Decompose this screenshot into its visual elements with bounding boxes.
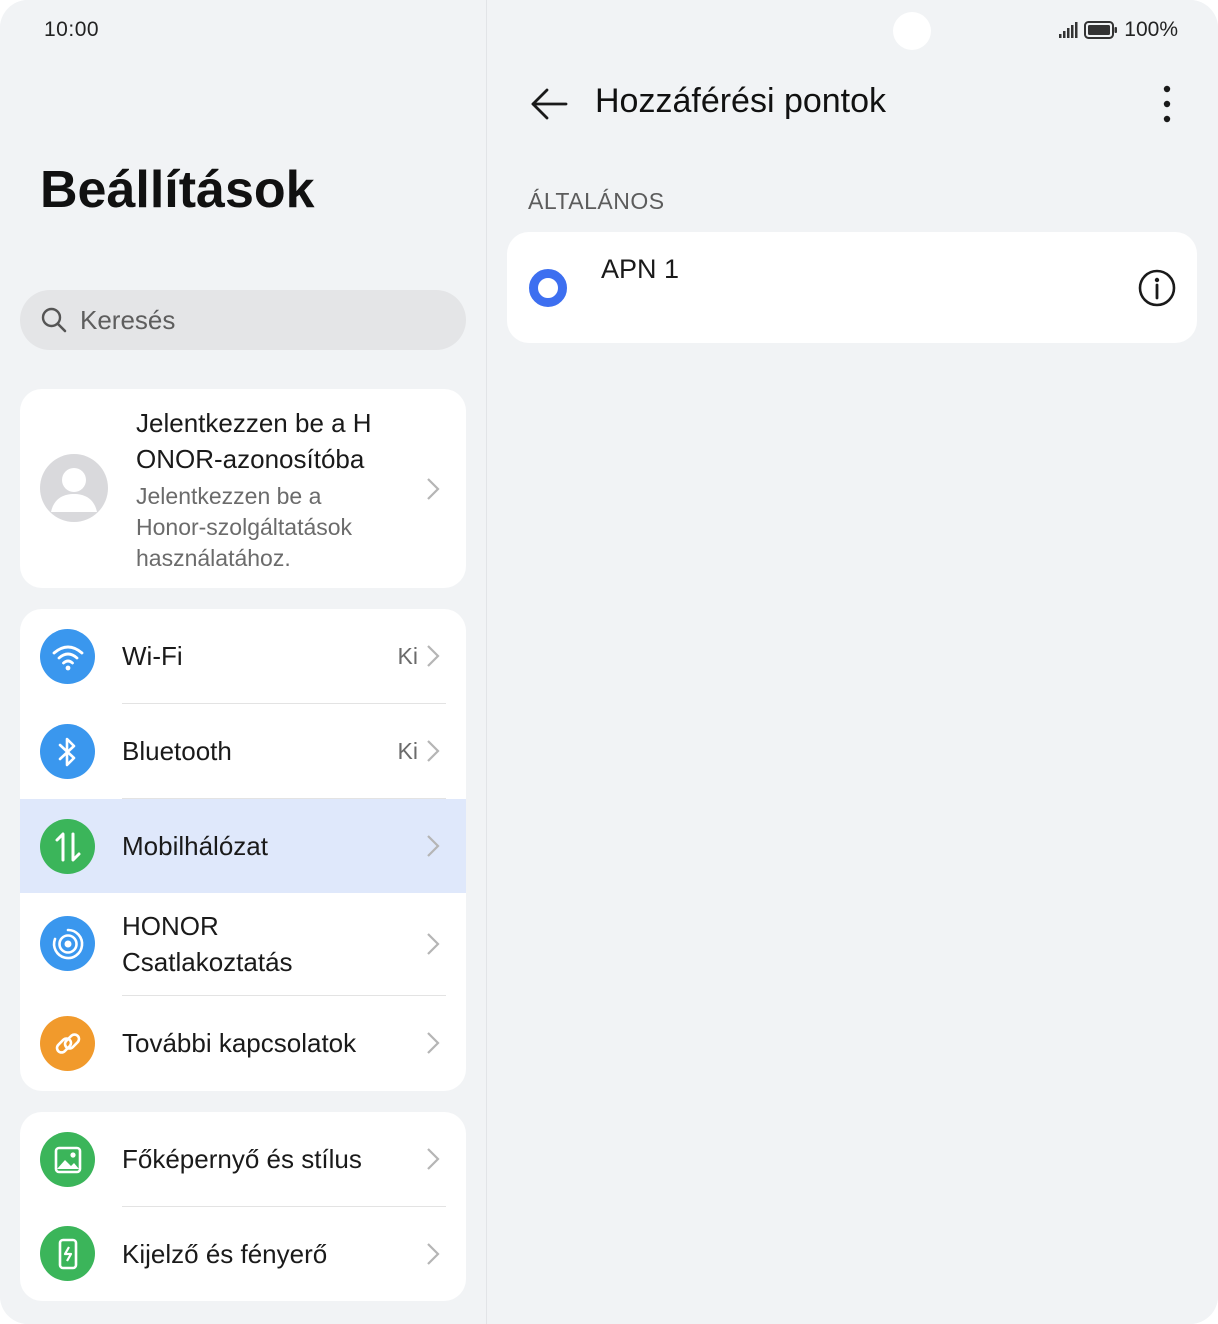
mobile-network-label: Mobilhálózat (122, 831, 268, 861)
settings-item-home-screen-style[interactable]: Főképernyő és stílus (20, 1112, 466, 1206)
honor-connect-icon (40, 916, 95, 971)
battery-percent: 100% (1124, 18, 1178, 41)
display-settings-group: Főképernyő és stílus Kijelző és fényerő (20, 1112, 466, 1301)
chevron-right-icon (427, 1148, 440, 1170)
apn-name: APN 1 (601, 254, 680, 284)
chevron-right-icon (427, 478, 440, 500)
settings-item-more-connections[interactable]: További kapcsolatok (20, 996, 466, 1091)
wifi-label: Wi-Fi (122, 641, 183, 671)
battery-icon (1084, 21, 1118, 39)
chevron-right-icon (427, 835, 440, 857)
account-subtitle: Jelentkezzen be a Honor-szolgáltatások h… (136, 483, 353, 571)
more-options-button[interactable] (1152, 80, 1182, 128)
back-button[interactable] (527, 82, 571, 126)
chevron-right-icon (427, 740, 440, 762)
search-icon (40, 306, 68, 334)
home-screen-style-label: Főképernyő és stílus (122, 1144, 362, 1174)
more-connections-label: További kapcsolatok (122, 1028, 357, 1058)
settings-pane: 10:00 Beállítások Keresés Jelentkezzen b… (0, 0, 486, 1324)
apn-list-item[interactable]: APN 1 (507, 232, 1197, 343)
settings-item-bluetooth[interactable]: Bluetooth Ki (20, 704, 466, 799)
wallpaper-icon (40, 1132, 95, 1187)
link-icon (40, 1016, 95, 1071)
camera-cutout (893, 12, 931, 50)
screen-title: Hozzáférési pontok (595, 82, 887, 120)
info-icon[interactable] (1137, 268, 1177, 308)
section-header: ÁLTALÁNOS (528, 188, 665, 214)
honor-connect-label: HONOR Csatlakoztatás (122, 911, 293, 977)
signal-icon (1059, 22, 1078, 38)
chevron-right-icon (427, 933, 440, 955)
network-settings-group: Wi-Fi Ki Bluetooth Ki Mobilhálózat HONOR… (20, 609, 466, 1091)
account-title: Jelentkezzen be a H ONOR-azonosítóba (136, 408, 372, 474)
settings-item-wifi[interactable]: Wi-Fi Ki (20, 609, 466, 704)
display-brightness-icon (40, 1226, 95, 1281)
chevron-right-icon (427, 1032, 440, 1054)
chevron-right-icon (427, 1243, 440, 1265)
search-input[interactable]: Keresés (20, 290, 466, 350)
status-time: 10:00 (44, 18, 100, 41)
chevron-right-icon (427, 645, 440, 667)
settings-item-mobile-network[interactable]: Mobilhálózat (20, 799, 466, 893)
wifi-icon (40, 629, 95, 684)
settings-item-display-brightness[interactable]: Kijelző és fényerő (20, 1207, 466, 1301)
wifi-status: Ki (397, 643, 418, 669)
account-card[interactable]: Jelentkezzen be a H ONOR-azonosítóba Jel… (20, 389, 466, 588)
more-vertical-icon (1163, 85, 1171, 123)
status-bar-right: 100% (1058, 18, 1178, 42)
mobile-data-icon (40, 819, 95, 874)
apn-pane: 100% Hozzáférési pontok ÁLTALÁNOS APN 1 (487, 0, 1218, 1324)
bluetooth-icon (40, 724, 95, 779)
avatar (40, 454, 108, 522)
device-screen: 10:00 Beállítások Keresés Jelentkezzen b… (0, 0, 1218, 1324)
bluetooth-status: Ki (397, 738, 418, 764)
page-title: Beállítások (40, 161, 315, 219)
bluetooth-label: Bluetooth (122, 736, 232, 766)
settings-item-honor-connect[interactable]: HONOR Csatlakoztatás (20, 893, 466, 995)
display-brightness-label: Kijelző és fényerő (122, 1239, 328, 1269)
search-placeholder: Keresés (80, 304, 176, 335)
arrow-left-icon (531, 88, 568, 120)
apn-radio-selected[interactable] (529, 269, 567, 307)
